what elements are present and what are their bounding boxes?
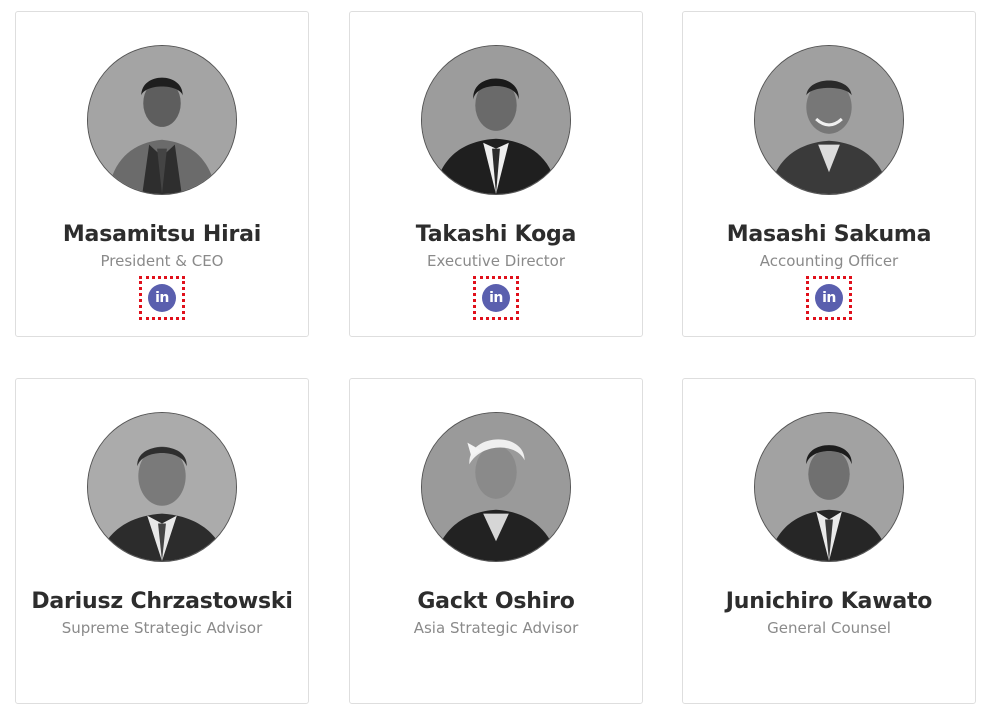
member-name: Dariusz Chrzastowski: [31, 589, 293, 614]
team-grid: Masamitsu Hirai President & CEO in Takas…: [0, 0, 992, 717]
team-card: Masashi Sakuma Accounting Officer in: [682, 11, 976, 337]
member-role: General Counsel: [767, 619, 891, 637]
avatar: [421, 45, 571, 195]
member-role: Supreme Strategic Advisor: [61, 619, 263, 637]
member-name: Takashi Koga: [415, 222, 577, 247]
team-card: Gackt Oshiro Asia Strategic Advisor: [349, 378, 643, 704]
linkedin-icon: in: [815, 284, 843, 312]
linkedin-icon: in: [148, 284, 176, 312]
member-name: Junichiro Kawato: [725, 589, 933, 614]
avatar: [87, 412, 237, 562]
linkedin-icon: in: [482, 284, 510, 312]
linkedin-link[interactable]: in: [473, 276, 519, 320]
member-role: Executive Director: [426, 252, 566, 270]
avatar: [754, 45, 904, 195]
avatar: [421, 412, 571, 562]
member-name: Gackt Oshiro: [417, 589, 575, 614]
team-card: Junichiro Kawato General Counsel: [682, 378, 976, 704]
member-role: Accounting Officer: [759, 252, 899, 270]
member-role: President & CEO: [100, 252, 224, 270]
avatar: [754, 412, 904, 562]
team-card: Masamitsu Hirai President & CEO in: [15, 11, 309, 337]
avatar: [87, 45, 237, 195]
linkedin-link[interactable]: in: [139, 276, 185, 320]
member-name: Masashi Sakuma: [726, 222, 932, 247]
team-card: Takashi Koga Executive Director in: [349, 11, 643, 337]
team-card: Dariusz Chrzastowski Supreme Strategic A…: [15, 378, 309, 704]
linkedin-link[interactable]: in: [806, 276, 852, 320]
member-name: Masamitsu Hirai: [62, 222, 262, 247]
member-role: Asia Strategic Advisor: [413, 619, 579, 637]
